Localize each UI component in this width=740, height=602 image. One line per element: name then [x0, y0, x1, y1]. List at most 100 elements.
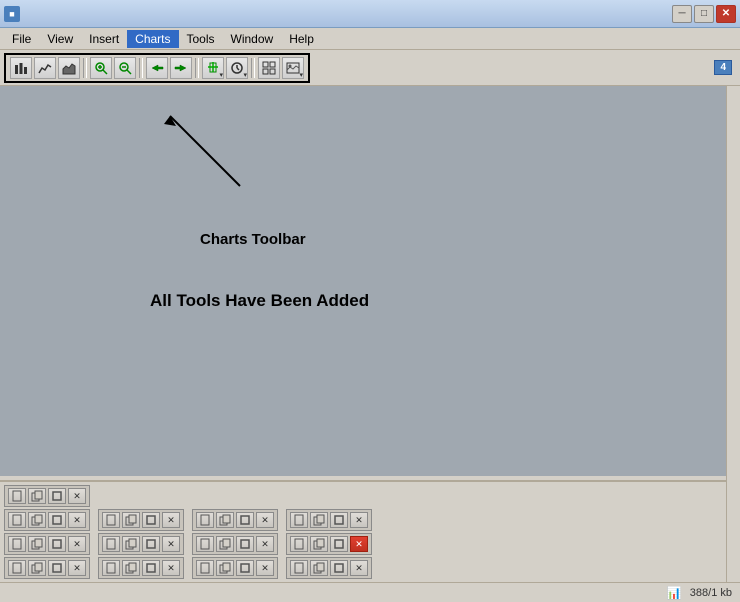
menu-item-charts[interactable]: Charts: [127, 30, 178, 48]
panel-sq-btn-4-2[interactable]: [142, 560, 160, 576]
panel-group-2-1: ✕: [4, 509, 90, 531]
panel-copy-btn-3-3[interactable]: [216, 536, 234, 552]
panel-sq-btn-4-3[interactable]: [236, 560, 254, 576]
panel-group-3-2: ✕: [98, 533, 184, 555]
menu-item-insert[interactable]: Insert: [81, 30, 127, 48]
panel-doc-btn-4-3[interactable]: [196, 560, 214, 576]
menu-item-tools[interactable]: Tools: [179, 30, 223, 48]
menu-item-help[interactable]: Help: [281, 30, 322, 48]
panel-copy-btn-2-3[interactable]: [216, 512, 234, 528]
panel-doc-btn-3-4[interactable]: [290, 536, 308, 552]
image-button[interactable]: ▾: [282, 57, 304, 79]
panel-sq-btn-3-2[interactable]: [142, 536, 160, 552]
panel-group-3-1: ✕: [4, 533, 90, 555]
panel-copy-btn-4-2[interactable]: [122, 560, 140, 576]
panel-doc-btn-4-4[interactable]: [290, 560, 308, 576]
menu-item-file[interactable]: File: [4, 30, 39, 48]
arrow-tool-button[interactable]: [146, 57, 168, 79]
panel-sq-btn-4-1[interactable]: [48, 560, 66, 576]
panel-doc-btn-4-2[interactable]: [102, 560, 120, 576]
back-arrow-button[interactable]: [170, 57, 192, 79]
panel-copy-btn-2-1[interactable]: [28, 512, 46, 528]
panel-copy-btn-3-2[interactable]: [122, 536, 140, 552]
panel-group-4-2: ✕: [98, 557, 184, 579]
panel-cl-btn-2-4[interactable]: ✕: [350, 512, 368, 528]
zoom-out-button[interactable]: [114, 57, 136, 79]
panel-sq-btn-2-1[interactable]: [48, 512, 66, 528]
zoom-in-button[interactable]: [90, 57, 112, 79]
title-bar-buttons: ─ □ ✕: [672, 5, 736, 23]
panel-row-4: ✕ ✕ ✕ ✕: [4, 557, 722, 579]
menu-item-view[interactable]: View: [39, 30, 81, 48]
panel-cl-btn-2-2[interactable]: ✕: [162, 512, 180, 528]
panel-doc-btn[interactable]: [8, 488, 26, 504]
panel-close-btn[interactable]: ✕: [68, 488, 86, 504]
panel-group-1-1: ✕: [4, 485, 90, 507]
panel-row-2: ✕ ✕ ✕ ✕: [4, 509, 722, 531]
panel-doc-btn-2-4[interactable]: [290, 512, 308, 528]
panel-sq-btn-3-1[interactable]: [48, 536, 66, 552]
panel-doc-btn-4-1[interactable]: [8, 560, 26, 576]
panel-square-btn[interactable]: [48, 488, 66, 504]
panel-group-2-4: ✕: [286, 509, 372, 531]
status-chart-icon: 📊: [667, 586, 682, 600]
panel-cl-btn-4-2[interactable]: ✕: [162, 560, 180, 576]
panel-group-3-4: ✕: [286, 533, 372, 555]
panel-doc-btn-3-1[interactable]: [8, 536, 26, 552]
panel-sq-btn-3-3[interactable]: [236, 536, 254, 552]
panel-copy-btn-4-1[interactable]: [28, 560, 46, 576]
panel-copy-btn[interactable]: [28, 488, 46, 504]
clock-button[interactable]: ▾: [226, 57, 248, 79]
panel-sq-btn-2-3[interactable]: [236, 512, 254, 528]
close-button[interactable]: ✕: [716, 5, 736, 23]
separator-1: [83, 58, 87, 78]
panel-copy-btn-4-3[interactable]: [216, 560, 234, 576]
panel-copy-btn-2-2[interactable]: [122, 512, 140, 528]
app-icon: ■: [4, 6, 20, 22]
bottom-panel: ✕ ✕ ✕ ✕ ✕: [0, 480, 726, 582]
title-bar: ■ ─ □ ✕: [0, 0, 740, 28]
panel-group-3-3: ✕: [192, 533, 278, 555]
grid-button[interactable]: [258, 57, 280, 79]
panel-doc-btn-3-3[interactable]: [196, 536, 214, 552]
panel-group-4-4: ✕: [286, 557, 372, 579]
panel-group-4-3: ✕: [192, 557, 278, 579]
panel-doc-btn-3-2[interactable]: [102, 536, 120, 552]
panel-doc-btn-2-3[interactable]: [196, 512, 214, 528]
panel-copy-btn-4-4[interactable]: [310, 560, 328, 576]
panel-copy-btn-2-4[interactable]: [310, 512, 328, 528]
panel-copy-btn-3-4[interactable]: [310, 536, 328, 552]
panel-cl-red-btn-3-4[interactable]: ✕: [350, 536, 368, 552]
area-chart-button[interactable]: [58, 57, 80, 79]
panel-cl-btn-4-4[interactable]: ✕: [350, 560, 368, 576]
panel-sq-btn-4-4[interactable]: [330, 560, 348, 576]
menu-bar: File View Insert Charts Tools Window Hel…: [0, 28, 740, 50]
line-chart-button[interactable]: [34, 57, 56, 79]
panel-sq-btn-2-4[interactable]: [330, 512, 348, 528]
bar-chart-button[interactable]: [10, 57, 32, 79]
panel-cl-btn-3-2[interactable]: ✕: [162, 536, 180, 552]
panel-cl-btn-4-3[interactable]: ✕: [256, 560, 274, 576]
panel-group-2-2: ✕: [98, 509, 184, 531]
panel-cl-btn-3-1[interactable]: ✕: [68, 536, 86, 552]
toolbar-badge: 4: [714, 60, 732, 75]
panel-sq-btn-2-2[interactable]: [142, 512, 160, 528]
panel-copy-btn-3-1[interactable]: [28, 536, 46, 552]
minimize-button[interactable]: ─: [672, 5, 692, 23]
right-scrollbar[interactable]: [726, 86, 740, 582]
panel-cl-btn-2-3[interactable]: ✕: [256, 512, 274, 528]
panel-doc-btn-2-2[interactable]: [102, 512, 120, 528]
panel-cl-btn-2-1[interactable]: ✕: [68, 512, 86, 528]
menu-item-window[interactable]: Window: [223, 30, 282, 48]
add-button[interactable]: ▾: [202, 57, 224, 79]
panel-cl-btn-3-3[interactable]: ✕: [256, 536, 274, 552]
panel-sq-btn-3-4[interactable]: [330, 536, 348, 552]
panel-cl-btn-4-1[interactable]: ✕: [68, 560, 86, 576]
maximize-button[interactable]: □: [694, 5, 714, 23]
status-info: 388/1 kb: [690, 587, 732, 599]
separator-3: [195, 58, 199, 78]
status-bar: 📊 388/1 kb: [0, 582, 740, 602]
panel-doc-btn-2-1[interactable]: [8, 512, 26, 528]
toolbar-right: 4: [714, 60, 736, 75]
panel-group-4-1: ✕: [4, 557, 90, 579]
